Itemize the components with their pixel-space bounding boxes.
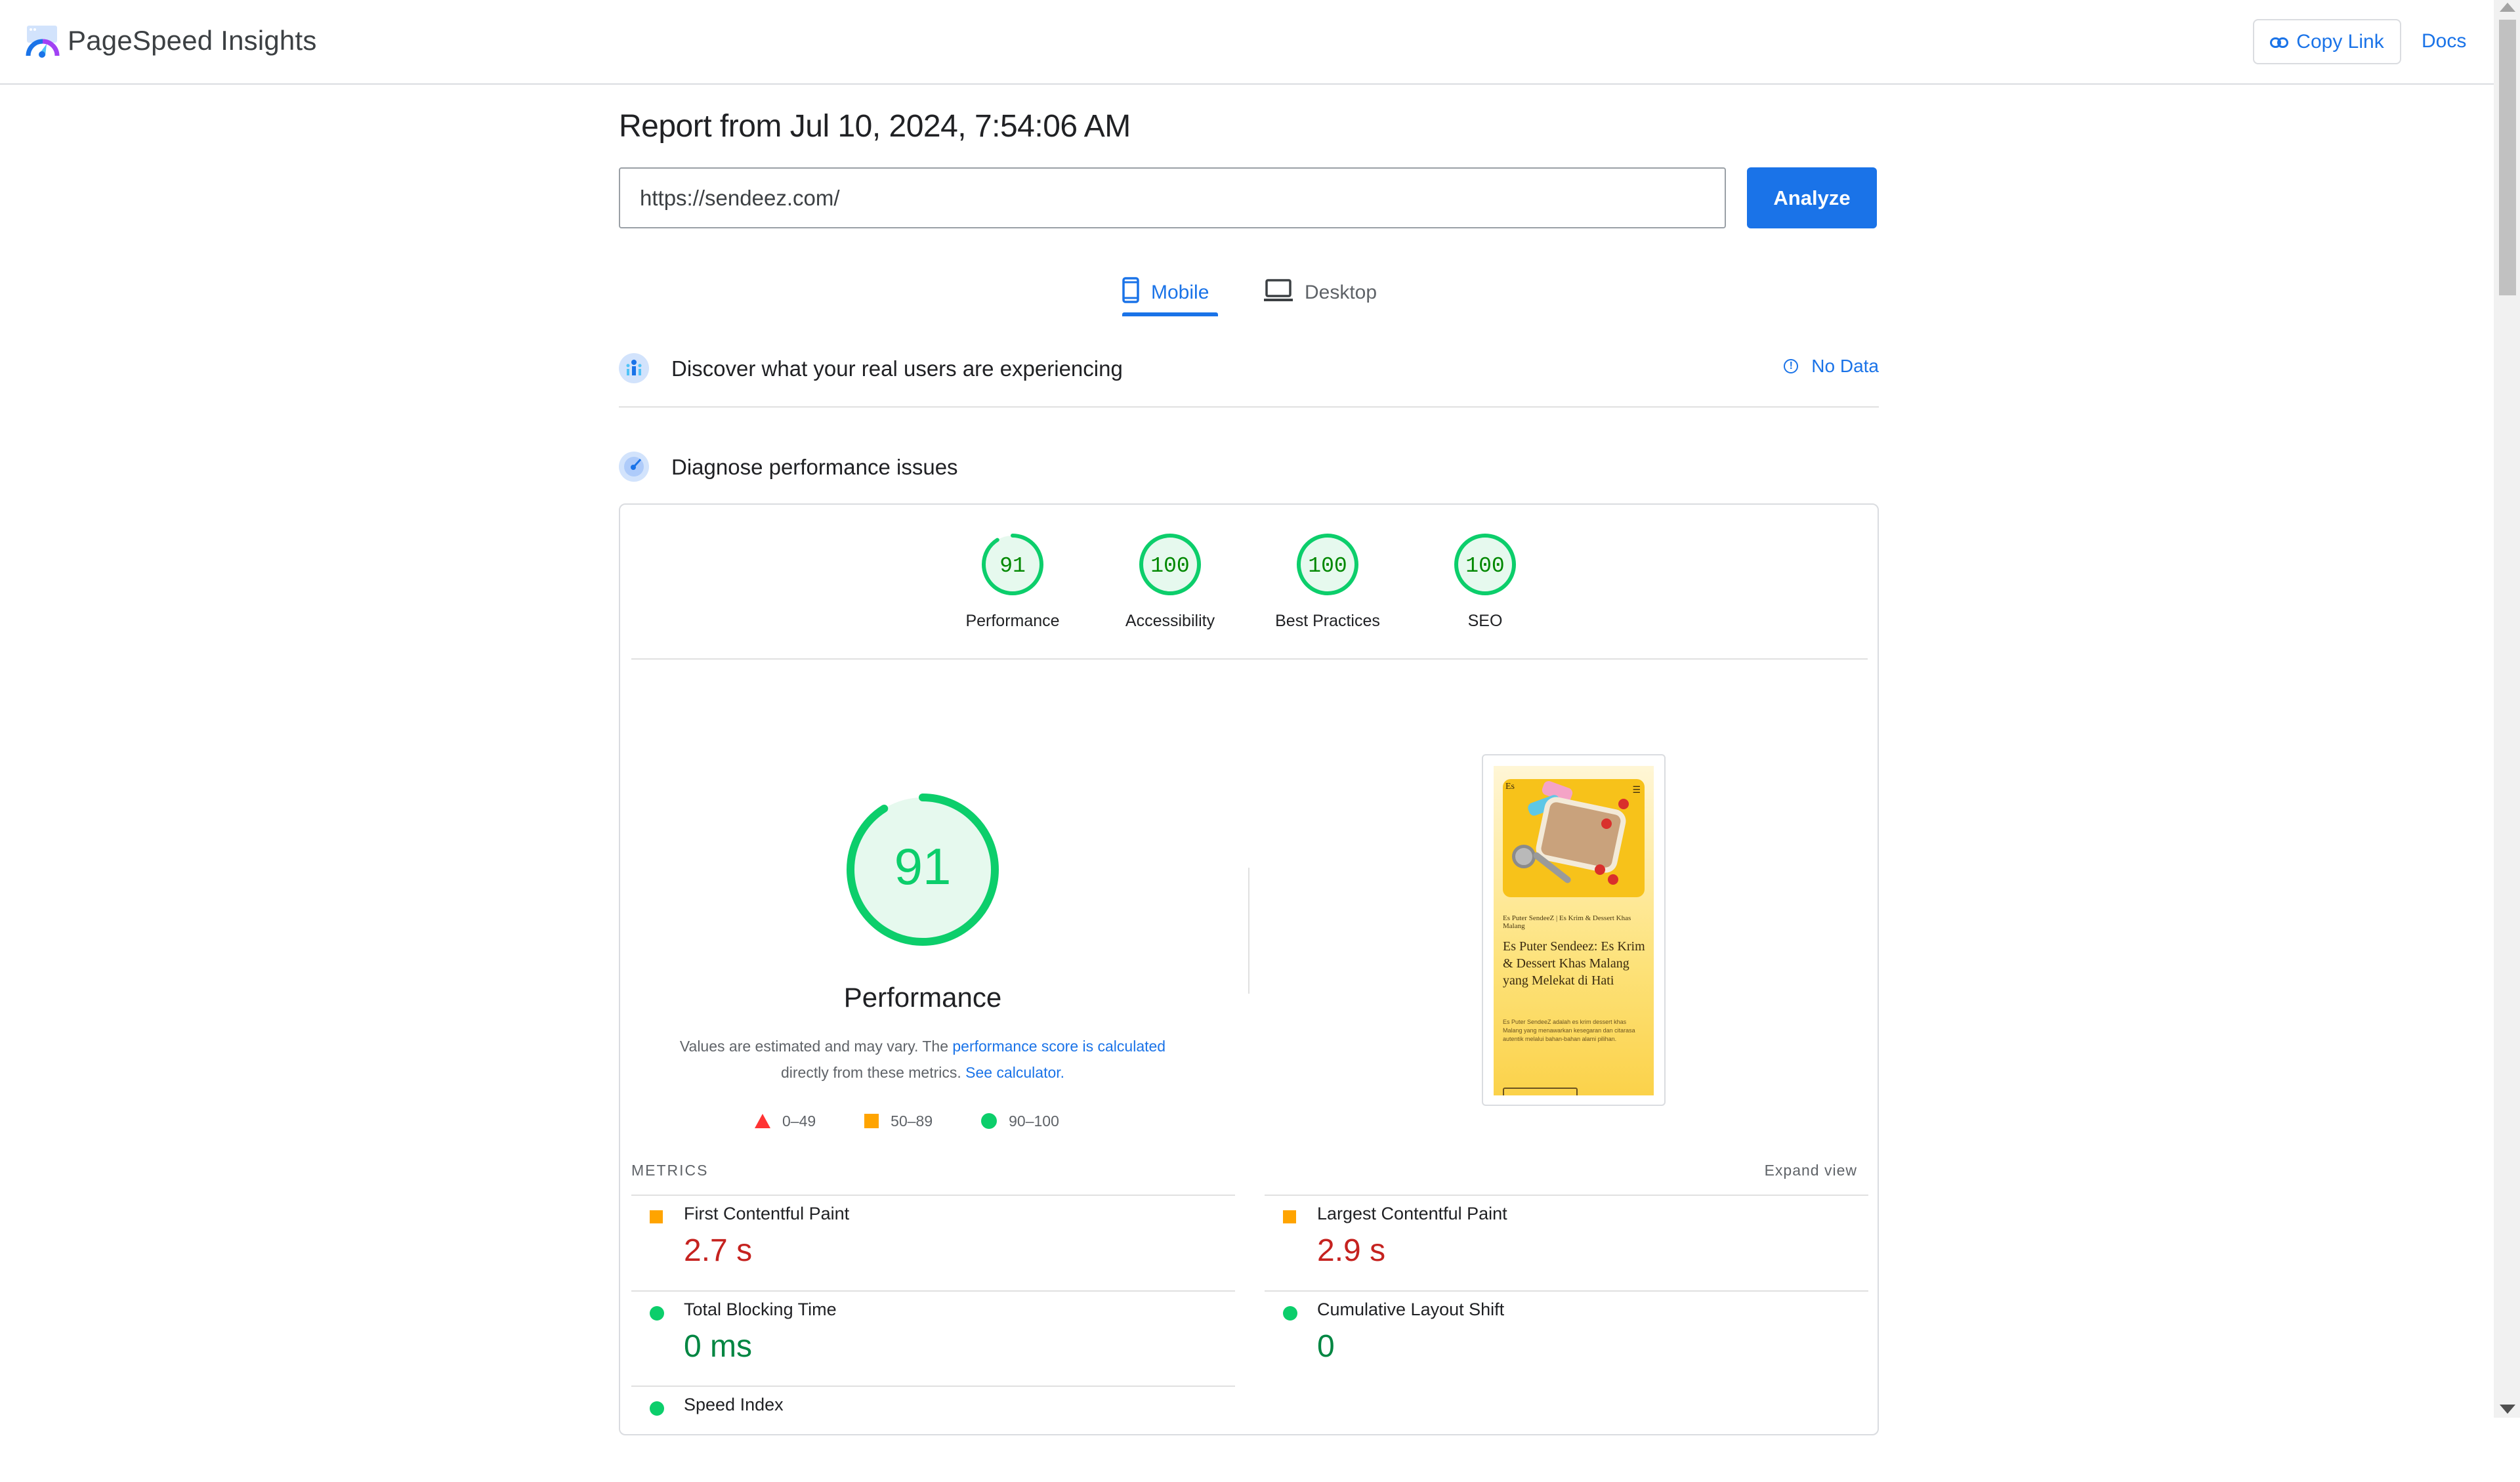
score-gauge-performance[interactable]: 91 Performance: [965, 533, 1060, 648]
metric-name: Speed Index: [684, 1395, 784, 1414]
diagnose-section: Diagnose performance issues: [619, 446, 1879, 486]
metric-value: 2.9 s: [1317, 1233, 1386, 1268]
metric-value: 2.7 s: [684, 1233, 753, 1268]
app-title[interactable]: PageSpeed Insights: [68, 22, 317, 59]
metric-cls: Cumulative Layout Shift 0: [1265, 1292, 1855, 1387]
score-label: SEO: [1467, 612, 1503, 630]
score-value: 100: [1465, 554, 1505, 578]
circle-icon: [981, 1113, 998, 1129]
top-bar: [0, 0, 2494, 85]
screenshot-heading: Es Puter Sendeez: Es Krim & Dessert Khas…: [1503, 939, 1645, 988]
real-users-section[interactable]: Discover what your real users are experi…: [619, 348, 1879, 407]
docs-link[interactable]: Docs: [2422, 28, 2466, 55]
scrollbar-thumb[interactable]: [2499, 20, 2516, 295]
pass-circle-icon: [650, 1306, 664, 1321]
metrics-heading: METRICS: [631, 1162, 709, 1179]
legend-range: 50–89: [891, 1112, 933, 1130]
screenshot-page: Es ☰ Es Puter SendeeZ | Es Krim & Desser…: [1494, 766, 1654, 1095]
hamburger-menu-icon: ☰: [1632, 784, 1641, 795]
pagespeed-logo-icon[interactable]: [26, 26, 60, 58]
score-value: 100: [1150, 554, 1190, 578]
metric-fcp: First Contentful Paint 2.7 s: [631, 1196, 1222, 1291]
metric-tbt: Total Blocking Time 0 ms: [631, 1292, 1222, 1387]
score-calculated-link[interactable]: performance score is calculated: [952, 1038, 1166, 1055]
legend-range: 90–100: [1009, 1112, 1059, 1130]
smartphone-icon: [1122, 277, 1139, 308]
average-square-icon: [1283, 1210, 1296, 1223]
screenshot-body: Es Puter SendeeZ adalah es krim dessert …: [1503, 1019, 1635, 1042]
scroll-up-arrow-icon[interactable]: [2500, 3, 2515, 12]
score-gauge-accessibility[interactable]: 100 Accessibility: [1125, 533, 1215, 648]
score-legend: 0–49 50–89 90–100: [755, 1109, 1096, 1133]
hero-image: Es ☰: [1503, 779, 1645, 897]
legend-range: 0–49: [782, 1112, 816, 1130]
score-gauge-best-practices[interactable]: 100 Best Practices: [1275, 533, 1380, 648]
see-calculator-link[interactable]: See calculator.: [965, 1064, 1064, 1081]
performance-description: Values are estimated and may vary. The p…: [643, 1033, 1202, 1086]
url-input[interactable]: [619, 167, 1726, 228]
legend-fail: 0–49: [755, 1112, 816, 1130]
score-label: Best Practices: [1275, 612, 1380, 630]
screenshot-button: [1503, 1088, 1578, 1095]
real-users-title: Discover what your real users are experi…: [671, 356, 1123, 381]
no-data-status[interactable]: ! No Data: [1784, 356, 1879, 377]
metric-value: 0: [1317, 1329, 1335, 1364]
legend-pass: 90–100: [981, 1112, 1059, 1130]
pass-circle-icon: [1283, 1306, 1297, 1321]
tab-mobile[interactable]: Mobile: [1122, 269, 1209, 316]
performance-score: 91: [894, 837, 952, 895]
laptop-icon: [1264, 278, 1293, 307]
score-value: 100: [1308, 554, 1347, 578]
metric-name: Total Blocking Time: [684, 1300, 837, 1319]
metric-name: Cumulative Layout Shift: [1317, 1300, 1505, 1319]
metric-value: 0 ms: [684, 1329, 753, 1364]
final-screenshot[interactable]: Es ☰ Es Puter SendeeZ | Es Krim & Desser…: [1482, 754, 1666, 1106]
vertical-divider: [1248, 868, 1250, 994]
legend-average: 50–89: [864, 1112, 933, 1130]
screenshot-kicker: Es Puter SendeeZ | Es Krim & Dessert Kha…: [1503, 914, 1631, 930]
section-divider: [619, 406, 1879, 408]
score-gauge-seo[interactable]: 100 SEO: [1446, 533, 1524, 648]
active-tab-indicator: [1122, 312, 1218, 316]
expand-view-toggle[interactable]: Expand view: [1719, 1162, 1857, 1179]
info-icon: !: [1784, 359, 1799, 373]
site-logo-text: Es: [1505, 782, 1515, 792]
square-icon: [864, 1114, 879, 1128]
metric-lcp: Largest Contentful Paint 2.9 s: [1265, 1196, 1855, 1291]
no-data-label: No Data: [1811, 356, 1879, 376]
link-icon: [2270, 31, 2289, 53]
report-title: Report from Jul 10, 2024, 7:54:06 AM: [619, 109, 1131, 144]
copy-link-label: Copy Link: [2296, 30, 2384, 53]
score-value: 91: [999, 554, 1026, 578]
tab-mobile-label: Mobile: [1151, 282, 1209, 303]
average-square-icon: [650, 1210, 663, 1223]
description-text: Values are estimated and may vary. The: [679, 1038, 953, 1055]
users-chart-icon: [619, 353, 649, 383]
tab-desktop[interactable]: Desktop: [1264, 269, 1377, 316]
gauges-divider: [631, 658, 1868, 660]
copy-link-button[interactable]: Copy Link: [2253, 19, 2401, 64]
metric-speed-index: Speed Index: [631, 1387, 1222, 1482]
tab-desktop-label: Desktop: [1305, 282, 1377, 303]
metric-name: Largest Contentful Paint: [1317, 1204, 1507, 1223]
score-label: Performance: [965, 612, 1060, 630]
analyze-button[interactable]: Analyze: [1747, 167, 1877, 228]
gauge-radar-icon: [619, 452, 649, 482]
pass-circle-icon: [650, 1401, 664, 1416]
triangle-icon: [755, 1114, 770, 1128]
diagnose-title: Diagnose performance issues: [671, 455, 958, 479]
description-text: directly from these metrics.: [780, 1064, 966, 1081]
score-label: Accessibility: [1125, 612, 1215, 630]
metric-name: First Contentful Paint: [684, 1204, 850, 1223]
scroll-down-arrow-icon[interactable]: [2500, 1405, 2515, 1414]
performance-title: Performance: [843, 982, 1002, 1013]
